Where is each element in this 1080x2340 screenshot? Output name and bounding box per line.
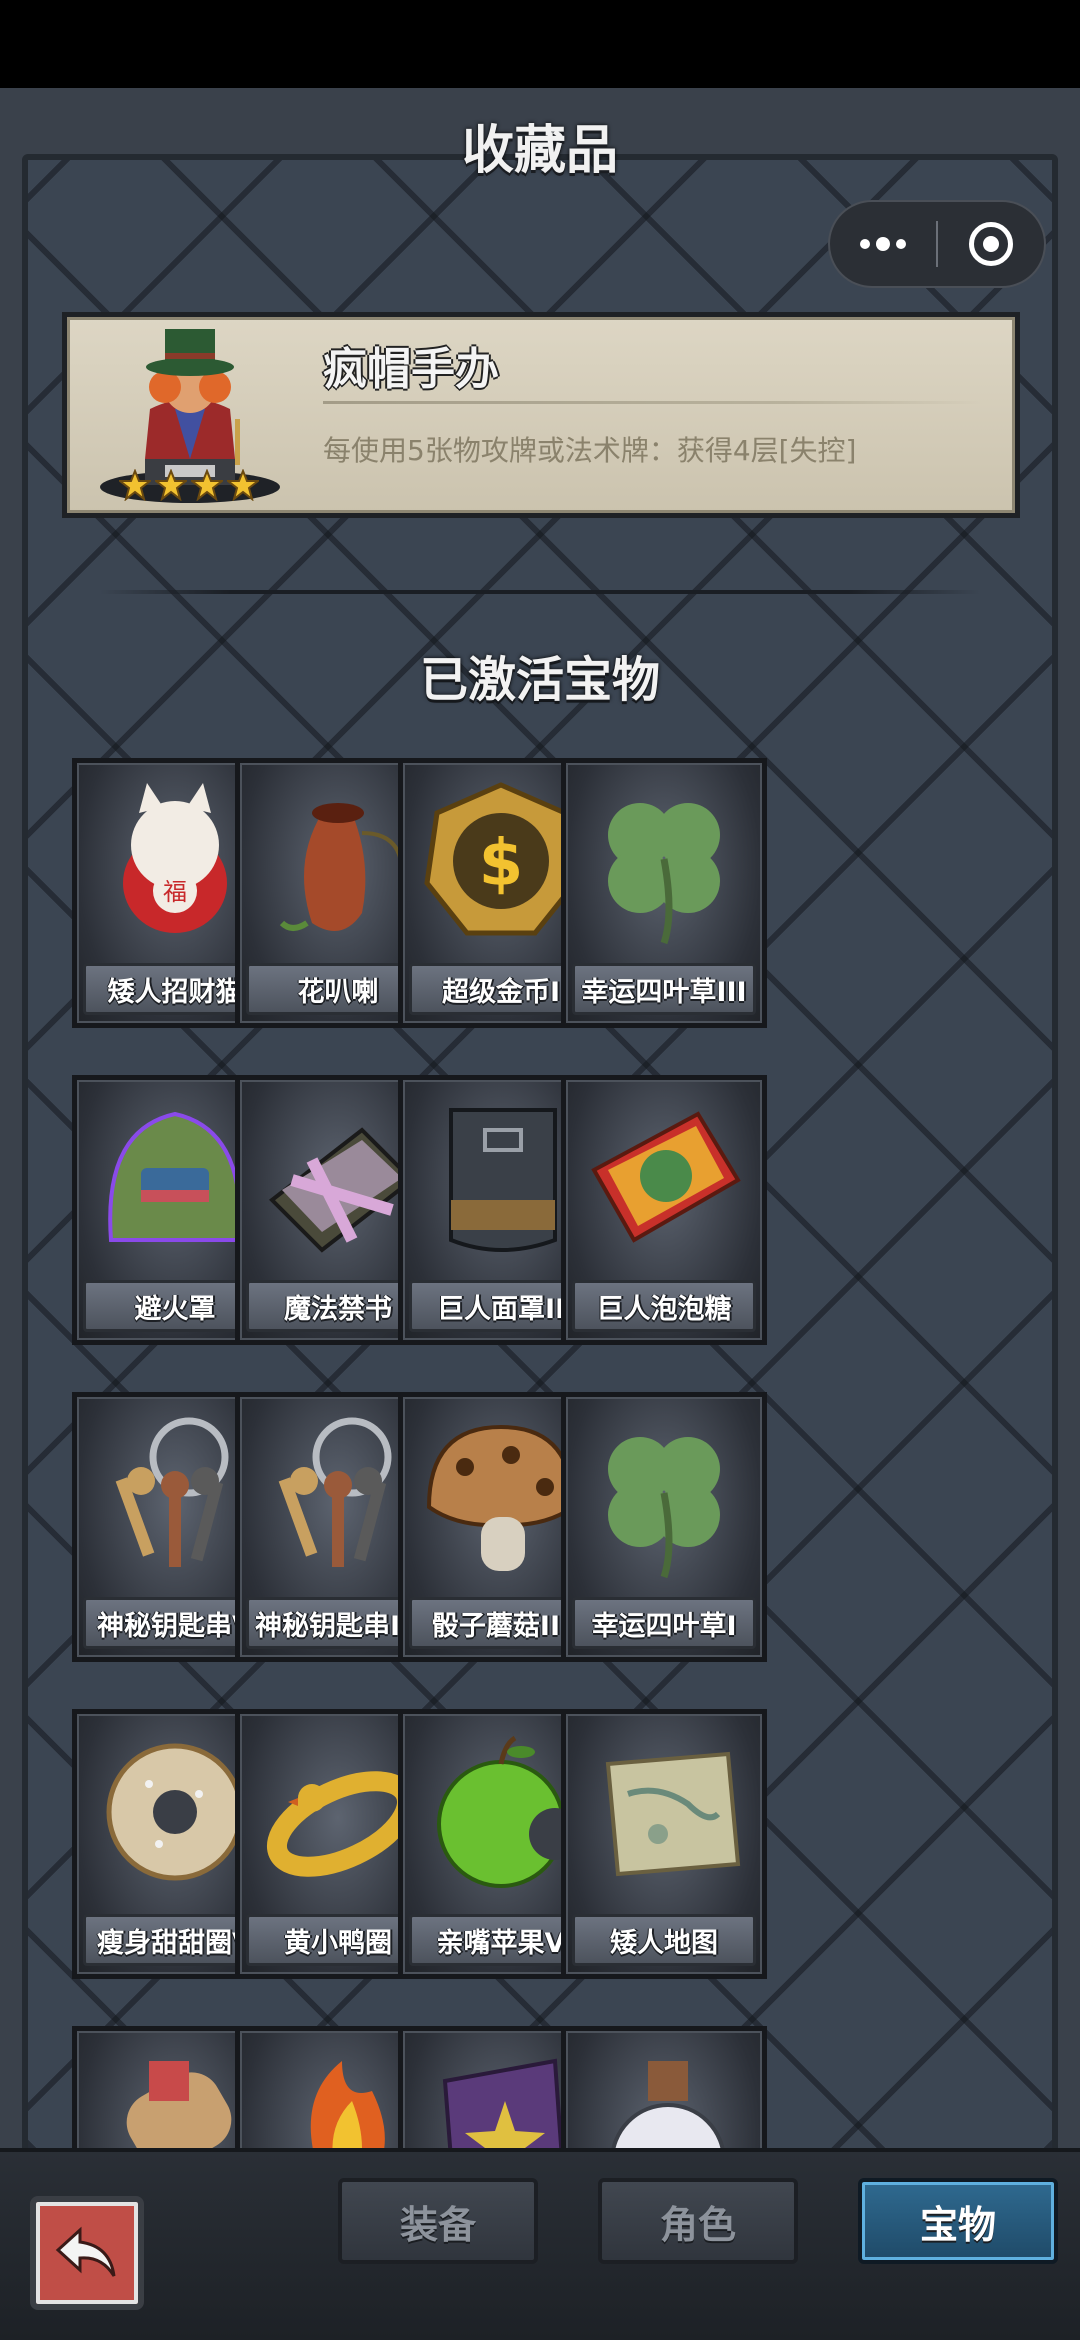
treasure-grid: 福矮人招财猫 花叭喇 $ 超级金币I 幸运四叶草III 避火罩 魔法禁书 巨人面罩II 巨人泡泡…	[22, 0, 1058, 2148]
potion-bottle-icon	[611, 2061, 725, 2148]
treasure-tile[interactable]: 幸运四叶草I	[561, 1392, 767, 1662]
treasure-tile[interactable]: 巨人泡泡糖	[561, 1075, 767, 1345]
treasure-label: 巨人泡泡糖	[572, 1280, 756, 1332]
treasure-label: 幸运四叶草III	[572, 963, 756, 1015]
treasure-tile[interactable]: 幸运四叶草III	[561, 758, 767, 1028]
treasure-label: 矮人地图	[572, 1914, 756, 1966]
bubblegum-pack-icon	[591, 1111, 741, 1243]
tab-treasure[interactable]: 宝物	[858, 2178, 1058, 2264]
svg-text:$: $	[479, 827, 524, 901]
treasure-tile[interactable]: 矮人地图	[561, 1709, 767, 1979]
treasure-label: 幸运四叶草I	[572, 1597, 756, 1649]
back-arrow-icon	[55, 2226, 116, 2277]
four-leaf-clover-icon	[608, 803, 720, 945]
scroll-map-icon	[605, 1751, 741, 1877]
svg-text:福: 福	[163, 878, 187, 906]
tab-equipment[interactable]: 装备	[338, 2178, 538, 2264]
treasure-tile[interactable]	[561, 2026, 767, 2148]
four-leaf-clover-icon	[608, 1437, 720, 1579]
back-button[interactable]	[30, 2196, 144, 2310]
tab-character[interactable]: 角色	[598, 2178, 798, 2264]
